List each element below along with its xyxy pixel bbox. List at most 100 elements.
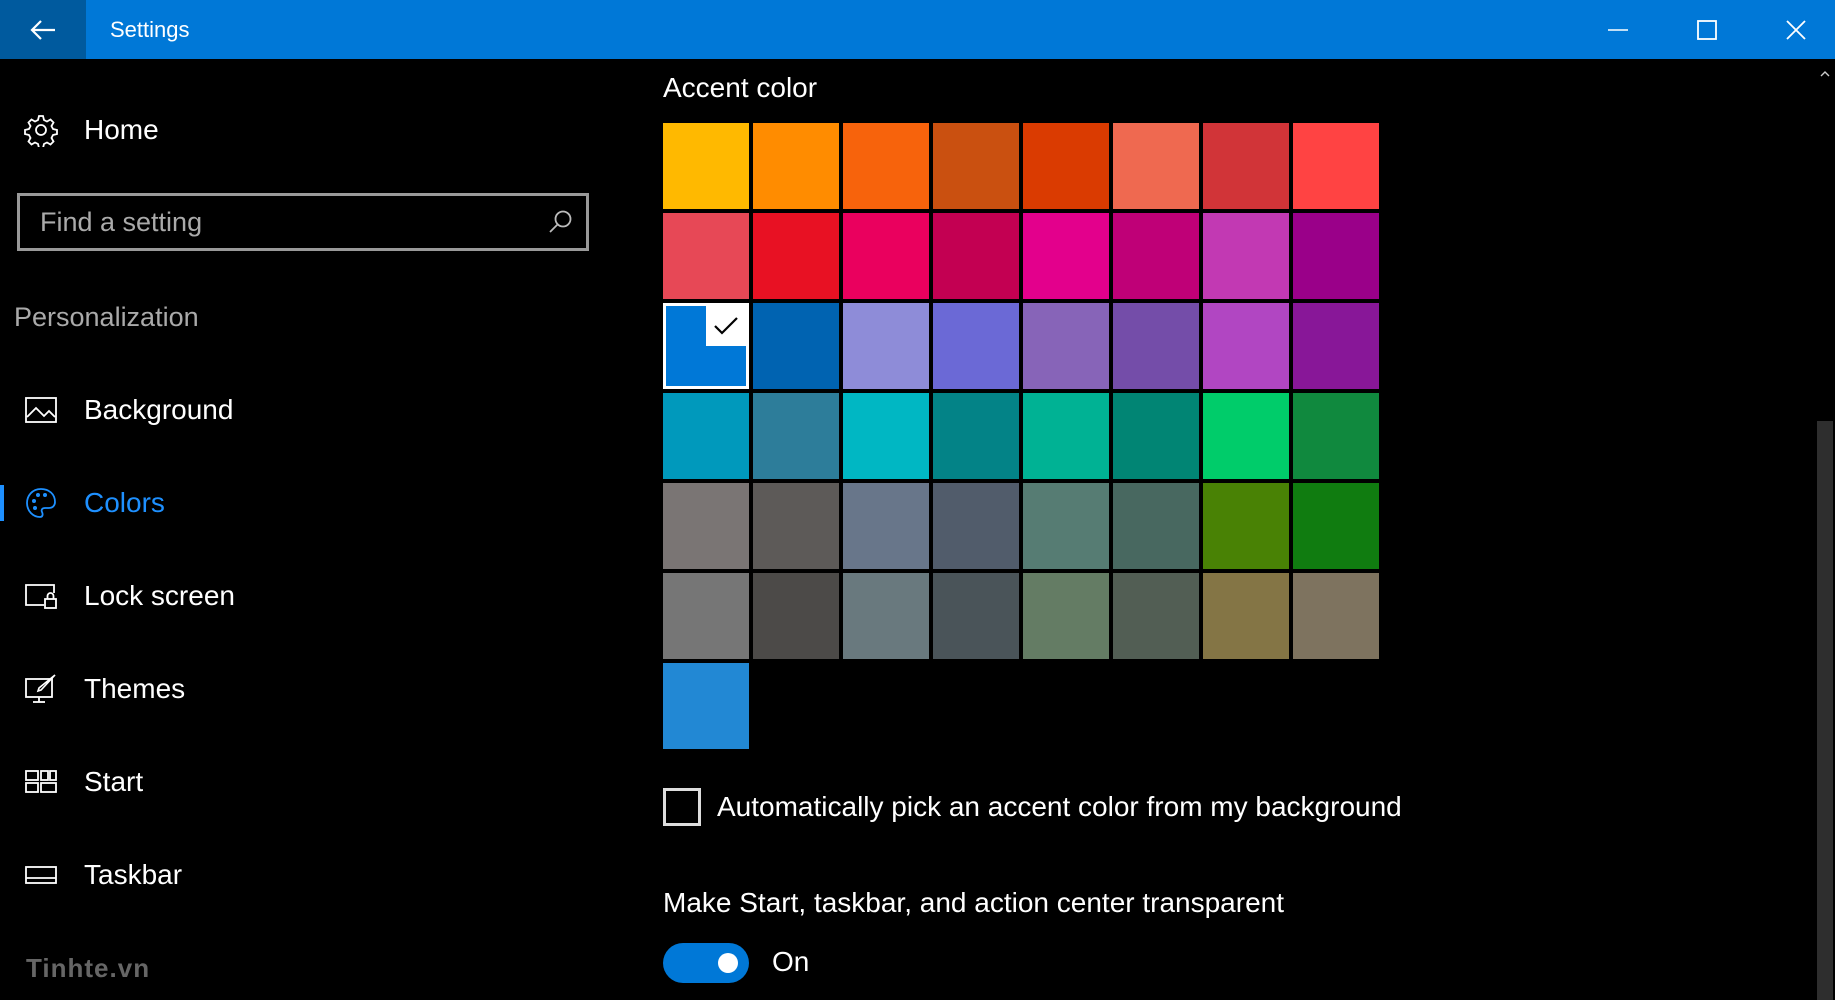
- minimize-icon: [1607, 28, 1628, 31]
- color-swatch[interactable]: [843, 303, 929, 389]
- main-content: Accent color Automatically pick an accen…: [620, 59, 1815, 1000]
- transparency-state: On: [772, 946, 810, 977]
- taskbar-icon: [24, 858, 58, 892]
- sidebar-item-background[interactable]: Background: [0, 375, 620, 445]
- color-swatch[interactable]: [1203, 483, 1289, 569]
- color-swatch[interactable]: [933, 213, 1019, 299]
- toggle-knob: [718, 953, 738, 973]
- color-swatch[interactable]: [1293, 123, 1379, 209]
- transparency-toggle[interactable]: [663, 943, 749, 983]
- color-swatch[interactable]: [753, 483, 839, 569]
- scroll-thumb[interactable]: [1817, 421, 1833, 1000]
- color-swatch[interactable]: [1023, 393, 1109, 479]
- search-icon[interactable]: [548, 209, 574, 240]
- color-swatch[interactable]: [753, 573, 839, 659]
- sidebar-item-colors[interactable]: Colors: [0, 468, 620, 538]
- color-swatch[interactable]: [1023, 213, 1109, 299]
- color-swatch[interactable]: [753, 213, 839, 299]
- color-swatch[interactable]: [1203, 393, 1289, 479]
- checkmark-icon: [706, 306, 746, 346]
- sidebar-item-label: Colors: [84, 487, 165, 518]
- close-icon: [1785, 19, 1806, 40]
- color-swatch[interactable]: [1293, 483, 1379, 569]
- color-swatch[interactable]: [933, 483, 1019, 569]
- color-swatch[interactable]: [1293, 393, 1379, 479]
- color-swatch[interactable]: [1293, 213, 1379, 299]
- color-swatch[interactable]: [753, 393, 839, 479]
- sidebar-item-label: Background: [84, 394, 234, 425]
- color-swatch[interactable]: [663, 483, 749, 569]
- sidebar: Home Personalization Background: [0, 59, 620, 1000]
- search-input[interactable]: [20, 196, 586, 248]
- color-swatch[interactable]: [1023, 573, 1109, 659]
- color-swatch[interactable]: [843, 573, 929, 659]
- auto-pick-label: Automatically pick an accent color from …: [717, 791, 1402, 822]
- color-swatch[interactable]: [1203, 213, 1289, 299]
- minimize-button[interactable]: [1573, 0, 1662, 59]
- back-arrow-icon: [30, 19, 55, 40]
- sidebar-item-start[interactable]: Start: [0, 747, 620, 817]
- color-swatch[interactable]: [1023, 123, 1109, 209]
- color-swatch[interactable]: [933, 303, 1019, 389]
- sidebar-item-label: Themes: [84, 673, 186, 704]
- color-swatch[interactable]: [663, 303, 749, 389]
- color-swatch[interactable]: [1113, 303, 1199, 389]
- sidebar-item-lock-screen[interactable]: Lock screen: [0, 561, 620, 631]
- color-swatch[interactable]: [663, 123, 749, 209]
- color-swatch[interactable]: [1113, 483, 1199, 569]
- color-swatch[interactable]: [663, 213, 749, 299]
- back-button[interactable]: [0, 0, 86, 59]
- auto-pick-row[interactable]: Automatically pick an accent color from …: [663, 785, 1402, 829]
- accent-color-heading: Accent color: [663, 72, 818, 103]
- color-swatch[interactable]: [663, 393, 749, 479]
- title-bar: Settings: [0, 0, 1835, 59]
- color-swatch[interactable]: [843, 393, 929, 479]
- search-box: [17, 193, 589, 251]
- scrollbar[interactable]: [1815, 59, 1835, 1000]
- color-swatch[interactable]: [1203, 303, 1289, 389]
- sidebar-item-label: Lock screen: [84, 580, 235, 611]
- active-indicator: [0, 485, 4, 521]
- color-swatch[interactable]: [1293, 573, 1379, 659]
- color-swatch[interactable]: [1113, 573, 1199, 659]
- start-icon: [24, 765, 58, 799]
- color-swatch[interactable]: [1113, 123, 1199, 209]
- color-swatch[interactable]: [663, 663, 749, 749]
- color-swatch[interactable]: [1293, 303, 1379, 389]
- color-swatch[interactable]: [843, 483, 929, 569]
- sidebar-item-label: Taskbar: [84, 859, 183, 890]
- color-swatch[interactable]: [1113, 213, 1199, 299]
- color-swatch[interactable]: [1023, 303, 1109, 389]
- color-swatch[interactable]: [933, 393, 1019, 479]
- lock-screen-icon: [24, 579, 58, 613]
- sidebar-item-label: Start: [84, 766, 144, 797]
- maximize-button[interactable]: [1662, 0, 1751, 59]
- transparency-label: Make Start, taskbar, and action center t…: [663, 887, 1285, 918]
- themes-icon: [24, 672, 58, 706]
- palette-icon: [24, 486, 58, 520]
- home-nav-item[interactable]: Home: [0, 95, 620, 165]
- picture-icon: [24, 393, 58, 427]
- color-swatch[interactable]: [843, 213, 929, 299]
- color-swatch[interactable]: [1203, 123, 1289, 209]
- color-swatch[interactable]: [1203, 573, 1289, 659]
- color-swatch[interactable]: [663, 573, 749, 659]
- color-swatch[interactable]: [1113, 393, 1199, 479]
- sidebar-item-taskbar[interactable]: Taskbar: [0, 840, 620, 910]
- color-swatch[interactable]: [843, 123, 929, 209]
- auto-pick-checkbox[interactable]: [663, 788, 701, 826]
- window-title: Settings: [110, 17, 190, 42]
- color-swatch[interactable]: [1023, 483, 1109, 569]
- maximize-icon: [1696, 19, 1717, 40]
- color-swatch[interactable]: [933, 573, 1019, 659]
- section-title: Personalization: [14, 302, 199, 332]
- scroll-up-icon[interactable]: [1820, 65, 1830, 83]
- home-label: Home: [84, 114, 159, 145]
- gear-icon: [24, 113, 58, 147]
- close-button[interactable]: [1751, 0, 1835, 59]
- color-swatch[interactable]: [753, 303, 839, 389]
- watermark: Tinhte.vn: [26, 953, 151, 983]
- sidebar-item-themes[interactable]: Themes: [0, 654, 620, 724]
- color-swatch[interactable]: [753, 123, 839, 209]
- color-swatch[interactable]: [933, 123, 1019, 209]
